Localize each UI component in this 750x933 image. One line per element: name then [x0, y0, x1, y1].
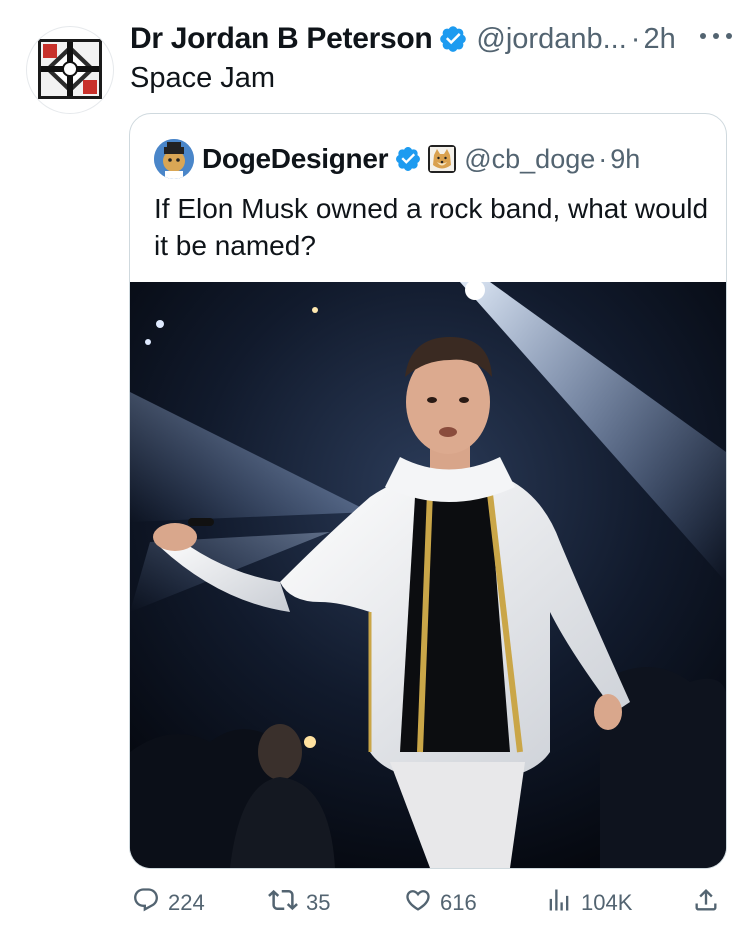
- quoted-author-avatar[interactable]: [154, 139, 194, 179]
- retweet-button[interactable]: 35: [268, 886, 330, 920]
- quoted-author-name[interactable]: DogeDesigner: [202, 143, 389, 175]
- quoted-author-handle[interactable]: @cb_doge: [464, 144, 595, 175]
- views-button[interactable]: 104K: [545, 886, 632, 920]
- reply-icon: [132, 886, 168, 920]
- verified-badge-icon: [394, 145, 422, 173]
- author-name[interactable]: Dr Jordan B Peterson: [130, 22, 433, 56]
- quoted-tweet-text: If Elon Musk owned a rock band, what wou…: [154, 193, 709, 261]
- separator-dot: ·: [630, 22, 641, 55]
- retweet-icon: [268, 885, 306, 921]
- author-avatar[interactable]: [26, 26, 114, 114]
- action-bar: 224 35 616 104K: [0, 880, 750, 926]
- doge-affiliate-icon[interactable]: [428, 145, 457, 173]
- tweet-text: Space Jam: [130, 62, 276, 94]
- reply-count: 224: [168, 890, 205, 915]
- like-icon: [404, 886, 440, 920]
- reply-button[interactable]: 224: [132, 886, 205, 920]
- quoted-tweet-time[interactable]: 9h: [610, 144, 640, 175]
- views-count: 104K: [581, 890, 633, 915]
- views-icon: [545, 886, 581, 920]
- separator-dot: ·: [598, 143, 608, 174]
- retweet-count: 35: [306, 890, 331, 915]
- concert-photo[interactable]: [130, 282, 726, 868]
- like-count: 616: [440, 890, 477, 915]
- tweet-time[interactable]: 2h: [643, 23, 675, 56]
- tweet[interactable]: Dr Jordan B Peterson @jordanb... · 2h Sp…: [0, 0, 750, 933]
- quoted-header: DogeDesigner @cb_doge · 9h: [154, 139, 640, 179]
- share-button[interactable]: [692, 886, 728, 920]
- like-button[interactable]: 616: [404, 886, 477, 920]
- verified-badge-icon: [438, 24, 468, 54]
- share-icon: [692, 886, 728, 920]
- author-handle[interactable]: @jordanb...: [476, 23, 626, 56]
- more-options-icon[interactable]: [700, 26, 732, 46]
- tweet-header: Dr Jordan B Peterson @jordanb... · 2h: [130, 20, 676, 58]
- quoted-tweet[interactable]: DogeDesigner @cb_doge · 9h If Elon Musk: [129, 113, 727, 869]
